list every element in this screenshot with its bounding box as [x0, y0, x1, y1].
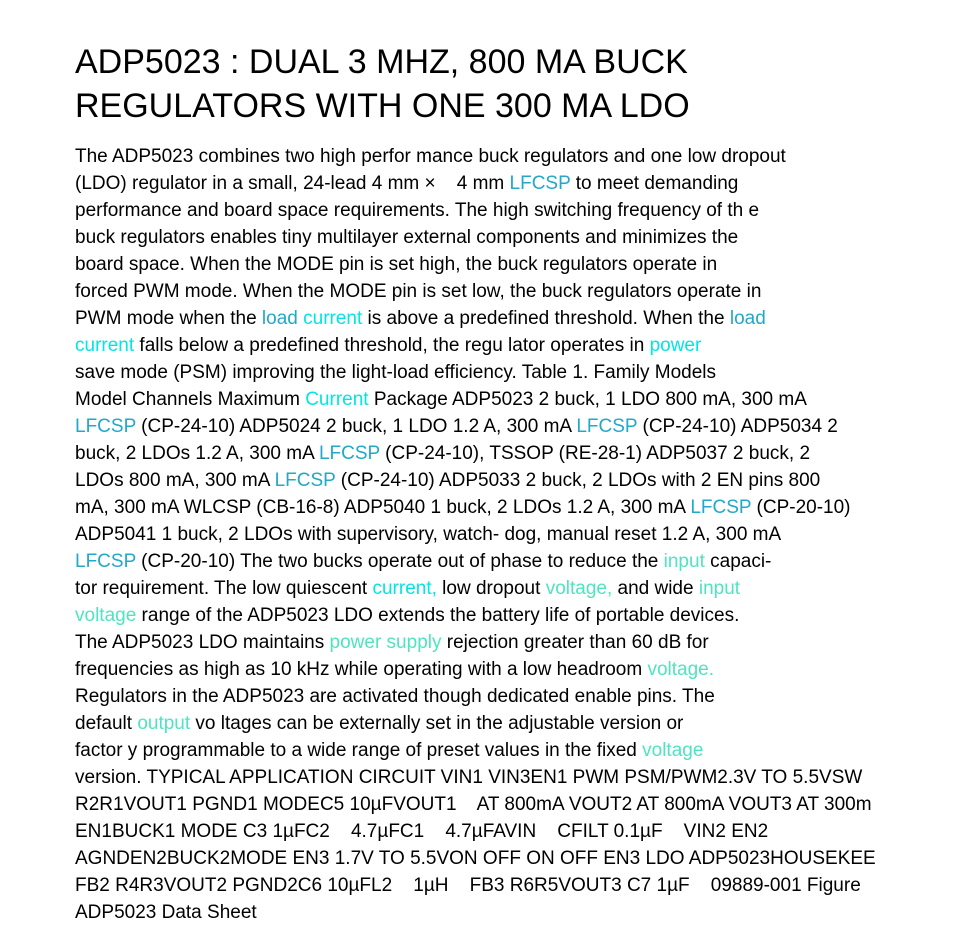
text-span: (CP-20-10) — [751, 497, 851, 518]
text-span: buck regulators enables tiny multilayer … — [75, 227, 739, 248]
text-span: (CP-24-10), TSSOP (RE-28-1) ADP5037 2 bu… — [379, 443, 811, 464]
glossary-link[interactable]: load — [262, 308, 298, 329]
text-line: performance and board space requirements… — [75, 197, 960, 224]
glossary-link[interactable]: LFCSP — [319, 443, 380, 464]
text-line: factor y programmable to a wide range of… — [75, 737, 960, 764]
title-line-1: ADP5023 : DUAL 3 MHZ, 800 MA BUCK — [75, 43, 688, 81]
text-span: low dropout — [436, 578, 546, 599]
title-line-2: REGULATORS WITH ONE 300 MA LDO — [75, 87, 690, 125]
text-line: LFCSP (CP-20-10) The two bucks operate o… — [75, 548, 960, 575]
text-line: AGNDEN2BUCK2MODE EN3 1.7V TO 5.5VON OFF … — [75, 845, 960, 872]
text-span: The ADP5023 combines two high perfor man… — [75, 146, 786, 167]
text-span: ADP5023 Data Sheet — [75, 902, 257, 923]
text-span: capaci- — [704, 551, 772, 572]
text-line: save mode (PSM) improving the light-load… — [75, 359, 960, 386]
text-line: voltage range of the ADP5023 LDO extends… — [75, 602, 960, 629]
glossary-link[interactable]: LFCSP — [75, 416, 136, 437]
text-span: version. TYPICAL APPLICATION CIRCUIT VIN… — [75, 767, 863, 788]
glossary-link[interactable]: LFCSP — [690, 497, 751, 518]
text-span: (LDO) regulator in a small, 24-lead 4 mm… — [75, 173, 510, 194]
text-span: board space. When the MODE pin is set hi… — [75, 254, 718, 275]
text-span: rejection greater than 60 dB for — [441, 632, 709, 653]
glossary-link[interactable]: voltage — [75, 605, 136, 626]
text-line: tor requirement. The low quiescent curre… — [75, 575, 960, 602]
text-line: version. TYPICAL APPLICATION CIRCUIT VIN… — [75, 764, 960, 791]
text-span: performance and board space requirements… — [75, 200, 760, 221]
text-span: LDOs 800 mA, 300 mA — [75, 470, 275, 491]
glossary-link[interactable]: input — [699, 578, 740, 599]
text-span: vo ltages can be externally set in the a… — [190, 713, 684, 734]
text-span: (CP-20-10) The two bucks operate out of … — [135, 551, 664, 572]
text-line: Regulators in the ADP5023 are activated … — [75, 683, 960, 710]
text-span: tor requirement. The low quiescent — [75, 578, 373, 599]
text-span: Model Channels Maximum — [75, 389, 306, 410]
glossary-link[interactable]: input — [664, 551, 705, 572]
glossary-link[interactable]: current — [75, 335, 134, 356]
glossary-link[interactable]: output — [137, 713, 190, 734]
text-span: factor y programmable to a wide range of… — [75, 740, 643, 761]
text-line: Model Channels Maximum Current Package A… — [75, 386, 960, 413]
text-span: forced PWM mode. When the MODE pin is se… — [75, 281, 762, 302]
text-span: falls below a predefined threshold, the … — [134, 335, 650, 356]
glossary-link[interactable]: voltage. — [647, 659, 714, 680]
text-span: EN1BUCK1 MODE C3 1µFC2 4.7µFC1 4.7µFAVIN… — [75, 821, 769, 842]
glossary-link[interactable]: power supply — [330, 632, 442, 653]
glossary-link[interactable]: LFCSP — [576, 416, 637, 437]
text-line: frequencies as high as 10 kHz while oper… — [75, 656, 960, 683]
text-line: mA, 300 mA WLCSP (CB-16-8) ADP5040 1 buc… — [75, 494, 960, 521]
text-span: AGNDEN2BUCK2MODE EN3 1.7V TO 5.5VON OFF … — [75, 848, 876, 869]
text-span: range of the ADP5023 LDO extends the bat… — [136, 605, 740, 626]
text-line: ADP5041 1 buck, 2 LDOs with supervisory,… — [75, 521, 960, 548]
text-line: board space. When the MODE pin is set hi… — [75, 251, 960, 278]
text-line: The ADP5023 LDO maintains power supply r… — [75, 629, 960, 656]
text-span: is above a predefined threshold. When th… — [362, 308, 730, 329]
glossary-link[interactable]: LFCSP — [510, 173, 571, 194]
glossary-link[interactable]: LFCSP — [275, 470, 336, 491]
text-line: current falls below a predefined thresho… — [75, 332, 960, 359]
page-title: ADP5023 : DUAL 3 MHZ, 800 MA BUCK REGULA… — [75, 40, 690, 128]
text-line: R2R1VOUT1 PGND1 MODEC5 10µFVOUT1 AT 800m… — [75, 791, 960, 818]
text-span: Package ADP5023 2 buck, 1 LDO 800 mA, 30… — [368, 389, 807, 410]
text-line: buck regulators enables tiny multilayer … — [75, 224, 960, 251]
text-line: EN1BUCK1 MODE C3 1µFC2 4.7µFC1 4.7µFAVIN… — [75, 818, 960, 845]
text-line: FB2 R4R3VOUT2 PGND2C6 10µFL2 1µH FB3 R6R… — [75, 872, 960, 899]
text-line: LFCSP (CP-24-10) ADP5024 2 buck, 1 LDO 1… — [75, 413, 960, 440]
text-line: forced PWM mode. When the MODE pin is se… — [75, 278, 960, 305]
glossary-link[interactable]: current — [298, 308, 362, 329]
text-span: R2R1VOUT1 PGND1 MODEC5 10µFVOUT1 AT 800m… — [75, 794, 872, 815]
text-span: ADP5041 1 buck, 2 LDOs with supervisory,… — [75, 524, 782, 545]
text-line: default output vo ltages can be external… — [75, 710, 960, 737]
text-span: to meet demanding — [570, 173, 739, 194]
text-span: The ADP5023 LDO maintains — [75, 632, 330, 653]
text-line: The ADP5023 combines two high perfor man… — [75, 143, 960, 170]
glossary-link[interactable]: Current — [305, 389, 368, 410]
glossary-link[interactable]: current, — [372, 578, 436, 599]
text-span: (CP-24-10) ADP5034 2 — [637, 416, 838, 437]
text-span: (CP-24-10) ADP5024 2 buck, 1 LDO 1.2 A, … — [135, 416, 577, 437]
text-span: frequencies as high as 10 kHz while oper… — [75, 659, 648, 680]
text-line: LDOs 800 mA, 300 mA LFCSP (CP-24-10) ADP… — [75, 467, 960, 494]
text-span: default — [75, 713, 138, 734]
text-line: ADP5023 Data Sheet — [75, 899, 960, 926]
body-text: The ADP5023 combines two high perfor man… — [75, 143, 960, 926]
text-span: Regulators in the ADP5023 are activated … — [75, 686, 715, 707]
text-span: buck, 2 LDOs 1.2 A, 300 mA — [75, 443, 319, 464]
glossary-link[interactable]: voltage, — [546, 578, 613, 599]
text-line: PWM mode when the load current is above … — [75, 305, 960, 332]
glossary-link[interactable]: voltage — [642, 740, 703, 761]
text-span: and wide — [612, 578, 699, 599]
text-span: FB2 R4R3VOUT2 PGND2C6 10µFL2 1µH FB3 R6R… — [75, 875, 861, 896]
text-span: (CP-24-10) ADP5033 2 buck, 2 LDOs with 2… — [335, 470, 821, 491]
glossary-link[interactable]: power — [650, 335, 702, 356]
text-span: PWM mode when the — [75, 308, 262, 329]
glossary-link[interactable]: LFCSP — [75, 551, 136, 572]
text-line: buck, 2 LDOs 1.2 A, 300 mA LFCSP (CP-24-… — [75, 440, 960, 467]
glossary-link[interactable]: load — [730, 308, 766, 329]
text-line: (LDO) regulator in a small, 24-lead 4 mm… — [75, 170, 960, 197]
text-span: save mode (PSM) improving the light-load… — [75, 362, 716, 383]
text-span: mA, 300 mA WLCSP (CB-16-8) ADP5040 1 buc… — [75, 497, 691, 518]
